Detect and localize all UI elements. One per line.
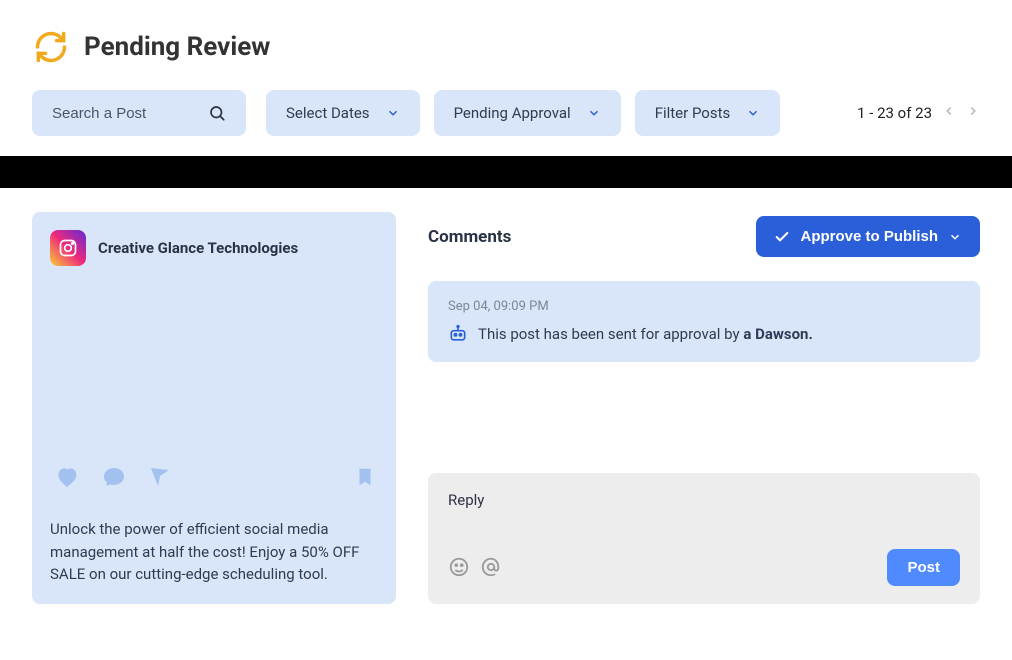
post-image xyxy=(50,266,378,454)
content: Creative Glance Technologies Unlock the … xyxy=(0,188,1012,628)
activity-prefix: This post has been sent for approval by xyxy=(478,325,743,343)
post-card: Creative Glance Technologies Unlock the … xyxy=(32,212,396,604)
reply-card: Reply Post xyxy=(428,473,980,604)
pagination: 1 - 23 of 23 xyxy=(857,104,980,122)
chevron-down-icon xyxy=(948,230,962,244)
chevron-down-icon xyxy=(386,106,400,120)
post-button[interactable]: Post xyxy=(887,549,960,586)
search-pill[interactable] xyxy=(32,90,246,136)
refresh-icon xyxy=(32,28,70,66)
posts-filter-label: Filter Posts xyxy=(655,104,731,122)
comments-panel: Comments Approve to Publish Sep 04, 09:0… xyxy=(428,212,980,604)
posts-filter[interactable]: Filter Posts xyxy=(635,90,781,136)
smiley-icon[interactable] xyxy=(448,556,470,578)
post-caption: Unlock the power of efficient social med… xyxy=(50,518,378,586)
post-header: Creative Glance Technologies xyxy=(50,230,378,266)
comments-title: Comments xyxy=(428,227,511,247)
approve-label: Approve to Publish xyxy=(800,228,938,245)
send-icon[interactable] xyxy=(148,465,172,489)
comments-header: Comments Approve to Publish xyxy=(428,216,980,257)
reply-label[interactable]: Reply xyxy=(448,491,960,509)
toolbar: Select Dates Pending Approval Filter Pos… xyxy=(0,66,1012,136)
search-input[interactable] xyxy=(52,105,192,122)
reply-icons xyxy=(448,556,502,578)
activity-card: Sep 04, 09:09 PM This post has been sent… xyxy=(428,281,980,362)
prev-page-button[interactable] xyxy=(942,104,956,122)
date-filter[interactable]: Select Dates xyxy=(266,90,420,136)
approve-button[interactable]: Approve to Publish xyxy=(756,216,980,257)
page-title: Pending Review xyxy=(84,32,270,62)
status-filter[interactable]: Pending Approval xyxy=(434,90,621,136)
page-header: Pending Review xyxy=(0,0,1012,66)
chevron-down-icon xyxy=(587,106,601,120)
mention-icon[interactable] xyxy=(480,556,502,578)
post-author: Creative Glance Technologies xyxy=(98,239,298,257)
activity-time: Sep 04, 09:09 PM xyxy=(448,299,960,314)
bot-icon xyxy=(448,324,468,344)
pagination-text: 1 - 23 of 23 xyxy=(857,104,932,122)
post-actions xyxy=(54,464,378,490)
comment-bubble-icon[interactable] xyxy=(102,465,126,489)
check-icon xyxy=(774,229,790,245)
bookmark-icon[interactable] xyxy=(354,464,376,490)
date-filter-label: Select Dates xyxy=(286,104,370,122)
activity-body: This post has been sent for approval by … xyxy=(448,324,960,344)
chevron-down-icon xyxy=(746,106,760,120)
reply-row: Post xyxy=(448,549,960,586)
next-page-button[interactable] xyxy=(966,104,980,122)
instagram-icon xyxy=(50,230,86,266)
activity-text: This post has been sent for approval by … xyxy=(478,325,813,343)
status-filter-label: Pending Approval xyxy=(454,104,571,122)
activity-actor: a Dawson. xyxy=(743,325,812,343)
divider-bar xyxy=(0,156,1012,188)
heart-icon[interactable] xyxy=(54,464,80,490)
search-icon xyxy=(208,104,226,122)
